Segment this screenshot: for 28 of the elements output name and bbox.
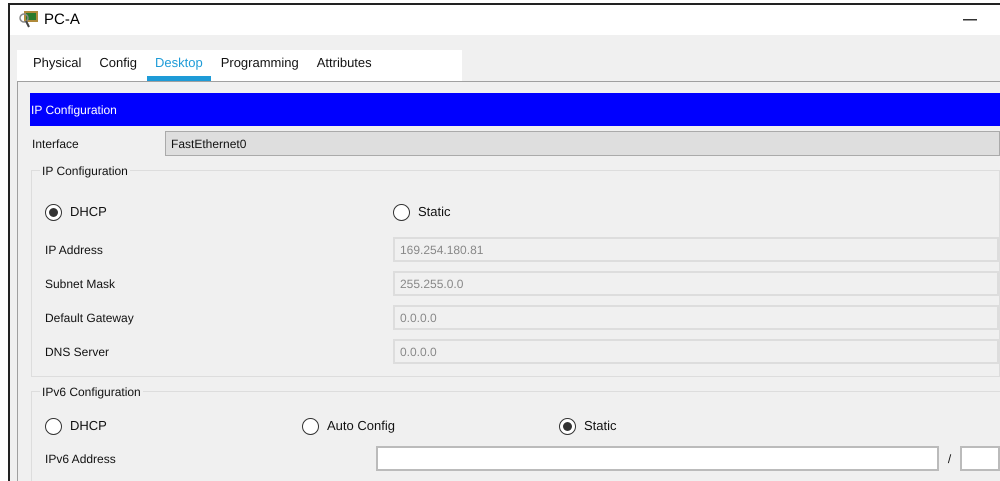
radio-label: Auto Config bbox=[327, 417, 395, 436]
radio-button[interactable] bbox=[393, 204, 410, 220]
radio-label: Static bbox=[584, 417, 617, 436]
interface-field[interactable]: FastEthernet0 bbox=[165, 131, 1000, 156]
field-label: Default Gateway bbox=[45, 310, 135, 326]
radio-button[interactable] bbox=[559, 418, 576, 434]
radio-button[interactable] bbox=[45, 418, 62, 434]
radio-label: Static bbox=[418, 203, 451, 222]
pc-icon bbox=[18, 10, 40, 30]
field-label: Interface bbox=[31, 136, 80, 152]
prefix-length-field[interactable] bbox=[960, 446, 1000, 471]
field-label: DNS Server bbox=[45, 344, 110, 360]
radio-label: DHCP bbox=[70, 203, 107, 222]
radio-button[interactable] bbox=[302, 418, 319, 434]
tab[interactable]: Physical bbox=[25, 50, 90, 81]
section-header: IP Configuration bbox=[30, 93, 1000, 126]
ipv6-address-field[interactable] bbox=[376, 446, 939, 471]
tab[interactable]: Programming bbox=[212, 50, 307, 81]
field-label: IP Address bbox=[45, 242, 104, 258]
field-label: IPv6 Address bbox=[45, 450, 117, 468]
field-label: Subnet Mask bbox=[45, 276, 116, 292]
radio-label: DHCP bbox=[70, 417, 107, 436]
tab[interactable]: Attributes bbox=[308, 50, 380, 81]
radio-button[interactable] bbox=[45, 204, 62, 220]
window-title: PC-A bbox=[44, 10, 80, 30]
minimize-icon bbox=[963, 19, 977, 21]
prefix-separator: / bbox=[946, 450, 952, 468]
tab[interactable]: Config bbox=[91, 50, 145, 81]
